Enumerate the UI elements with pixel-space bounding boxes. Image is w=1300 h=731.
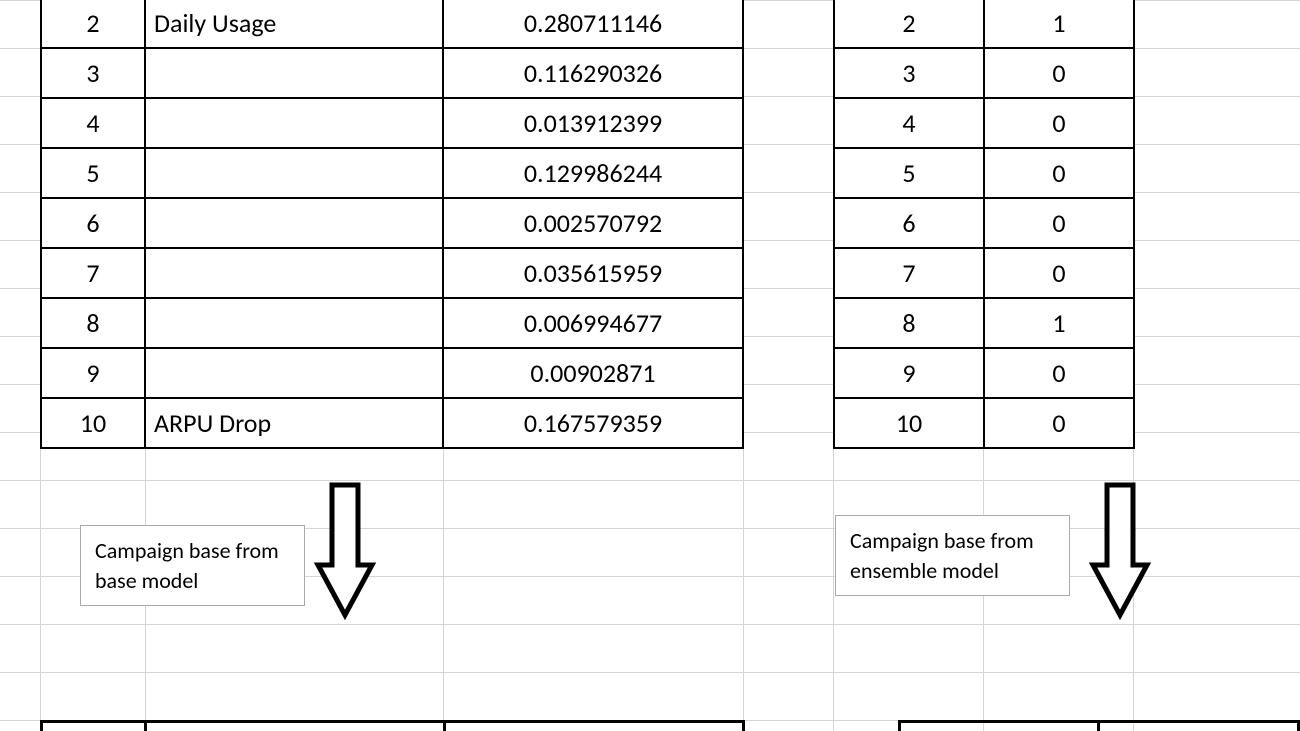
note-left: Campaign base from base model <box>80 525 305 606</box>
row-index: 5 <box>41 148 145 198</box>
row-flag: 0 <box>984 348 1134 398</box>
row-flag: 0 <box>984 198 1134 248</box>
row-value: 0.006994677 <box>443 298 743 348</box>
row-label: ARPU Drop <box>145 398 443 448</box>
arrow-down-icon <box>310 480 380 620</box>
table-row: 50 <box>834 148 1134 198</box>
row-flag: 0 <box>984 398 1134 448</box>
note-right-text: Campaign base from ensemble model <box>850 527 1034 584</box>
row-value: 0.013912399 <box>443 98 743 148</box>
bottom-border-left-v2 <box>144 720 147 731</box>
row-index: 4 <box>41 98 145 148</box>
row-index: 8 <box>41 298 145 348</box>
table-row: 10ARPU Drop0.167579359 <box>41 398 743 448</box>
row-flag: 0 <box>984 148 1134 198</box>
table-row: 6 0.002570792 <box>41 198 743 248</box>
table-row: 9 0.00902871 <box>41 348 743 398</box>
table-row: 81 <box>834 298 1134 348</box>
arrow-down-icon <box>1085 480 1155 620</box>
left-table: 2Daily Usage0.280711146 3 0.116290326 4 0.… <box>40 0 744 449</box>
row-value: 0.116290326 <box>443 48 743 98</box>
row-index: 9 <box>41 348 145 398</box>
row-label <box>145 298 443 348</box>
bottom-border-left-v3 <box>443 720 446 731</box>
row-flag: 1 <box>984 298 1134 348</box>
table-row: 30 <box>834 48 1134 98</box>
table-row: 90 <box>834 348 1134 398</box>
row-index: 10 <box>41 398 145 448</box>
right-table: 21 30 40 50 60 70 81 90 100 <box>833 0 1135 449</box>
row-index: 2 <box>834 0 984 48</box>
row-index: 9 <box>834 348 984 398</box>
row-index: 2 <box>41 0 145 48</box>
row-index: 3 <box>41 48 145 98</box>
table-row: 7 0.035615959 <box>41 248 743 298</box>
row-label <box>145 348 443 398</box>
row-label <box>145 148 443 198</box>
row-value: 0.035615959 <box>443 248 743 298</box>
table-row: 3 0.116290326 <box>41 48 743 98</box>
table-row: 5 0.129986244 <box>41 148 743 198</box>
table-row: 21 <box>834 0 1134 48</box>
table-row: 2Daily Usage0.280711146 <box>41 0 743 48</box>
row-index: 5 <box>834 148 984 198</box>
row-flag: 0 <box>984 98 1134 148</box>
row-index: 3 <box>834 48 984 98</box>
bottom-border-right-v2 <box>1097 720 1100 731</box>
row-value: 0.129986244 <box>443 148 743 198</box>
row-value: 0.280711146 <box>443 0 743 48</box>
row-flag: 0 <box>984 248 1134 298</box>
table-row: 8 0.006994677 <box>41 298 743 348</box>
row-flag: 1 <box>984 0 1134 48</box>
row-label <box>145 248 443 298</box>
table-row: 60 <box>834 198 1134 248</box>
row-label <box>145 198 443 248</box>
row-label: Daily Usage <box>145 0 443 48</box>
note-right: Campaign base from ensemble model <box>835 515 1070 596</box>
row-index: 4 <box>834 98 984 148</box>
note-left-text: Campaign base from base model <box>95 537 279 594</box>
row-index: 8 <box>834 298 984 348</box>
row-value: 0.167579359 <box>443 398 743 448</box>
table-row: 100 <box>834 398 1134 448</box>
row-index: 6 <box>834 198 984 248</box>
row-label <box>145 98 443 148</box>
row-index: 7 <box>834 248 984 298</box>
row-label <box>145 48 443 98</box>
bottom-border-left-v4 <box>742 720 745 731</box>
bottom-border-right-v1 <box>898 720 901 731</box>
table-row: 40 <box>834 98 1134 148</box>
row-value: 0.002570792 <box>443 198 743 248</box>
row-value: 0.00902871 <box>443 348 743 398</box>
table-row: 70 <box>834 248 1134 298</box>
table-row: 4 0.013912399 <box>41 98 743 148</box>
row-index: 10 <box>834 398 984 448</box>
row-flag: 0 <box>984 48 1134 98</box>
bottom-border-left-v1 <box>40 720 43 731</box>
row-index: 7 <box>41 248 145 298</box>
row-index: 6 <box>41 198 145 248</box>
